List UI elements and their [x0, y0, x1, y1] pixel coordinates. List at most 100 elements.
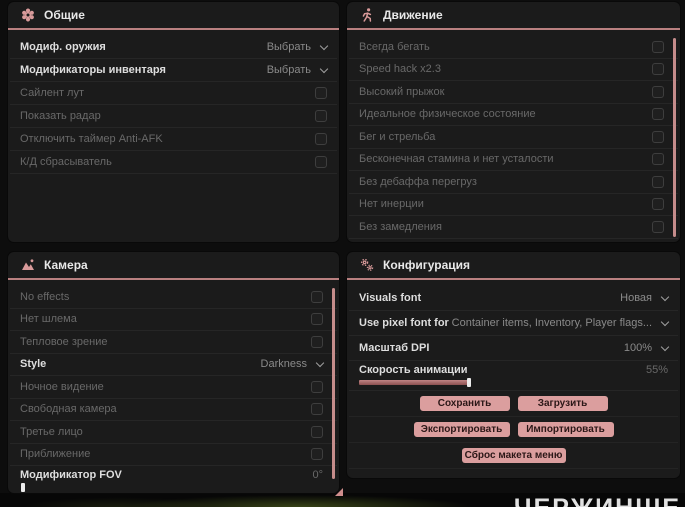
style-dropdown[interactable]: Darkness [260, 358, 325, 371]
row-label: Идеальное физическое состояние [359, 108, 536, 121]
weapon-mod-dropdown[interactable]: Выбрать [266, 41, 329, 53]
row-label: Отключить таймер Anti-AFK [20, 133, 163, 145]
thermal-vision-checkbox[interactable] [311, 335, 323, 348]
free-camera-checkbox[interactable] [311, 403, 323, 416]
run-and-shoot-checkbox[interactable] [652, 130, 664, 143]
animation-speed-slider[interactable] [359, 378, 668, 387]
row-show-radar: Показать радар [10, 105, 337, 128]
row-thermal-vision: Тепловое зрение [10, 331, 337, 354]
camera-scrollbar[interactable] [332, 288, 335, 479]
no-inertia-checkbox[interactable] [652, 198, 664, 211]
always-run-checkbox[interactable] [652, 40, 664, 53]
row-label: Visuals font [359, 292, 422, 304]
export-button[interactable]: Экспортировать [413, 422, 510, 437]
zoom-checkbox[interactable] [311, 448, 323, 461]
row-inventory-mods: Модификаторы инвентаря Выбрать [10, 59, 337, 82]
row-label: Показать радар [20, 110, 101, 122]
perfect-condition-checkbox[interactable] [652, 108, 664, 121]
anti-afk-checkbox[interactable] [315, 133, 327, 145]
row-no-slowdown: Без замедления [349, 216, 678, 239]
row-no-overload-debuff: Без дебаффа перегруз [349, 171, 678, 194]
panel-title: Движение [383, 8, 443, 22]
gears-icon [360, 258, 374, 272]
row-label: Третье лицо [20, 425, 83, 438]
panel-general-header[interactable]: Общие [8, 2, 339, 30]
row-free-camera: Свободная камера [10, 399, 337, 421]
no-slowdown-checkbox[interactable] [652, 220, 664, 233]
pixel-font-dropdown[interactable]: Container items, Inventory, Player flags… [451, 317, 670, 329]
row-infinite-stamina: Бесконечная стамина и нет усталости [349, 149, 678, 171]
no-overload-debuff-checkbox[interactable] [652, 175, 664, 188]
row-label: Без дебаффа перегруз [359, 175, 477, 188]
import-button[interactable]: Импортировать [517, 422, 614, 437]
row-cooldown-reset: К/Д сбрасыватель [10, 151, 337, 174]
row-label: Всегда бегать [359, 40, 430, 53]
save-button[interactable]: Сохранить [419, 396, 510, 411]
cooldown-reset-checkbox[interactable] [315, 156, 327, 168]
dropdown-value: 100% [623, 342, 652, 354]
panel-config: Конфигурация Visuals font Новая Use pixe… [347, 252, 680, 478]
row-label: Свободная камера [20, 403, 117, 416]
row-label: Скорость анимации [359, 364, 468, 376]
row-perfect-condition: Идеальное физическое состояние [349, 104, 678, 126]
panel-general: Общие Модиф. оружия Выбрать Модификаторы… [8, 2, 339, 242]
movement-scrollbar[interactable] [673, 38, 676, 237]
row-weapon-mod: Модиф. оружия Выбрать [10, 36, 337, 59]
panel-title: Общие [44, 8, 85, 22]
row-label: Бег и стрельба [359, 130, 436, 143]
panel-camera-header[interactable]: Камера [8, 252, 339, 280]
load-button[interactable]: Загрузить [517, 396, 608, 411]
panel-config-header[interactable]: Конфигурация [347, 252, 680, 280]
dpi-scale-dropdown[interactable]: 100% [623, 342, 670, 354]
panel-camera: Камера No effects Нет шлема Тепловое зре… [8, 252, 343, 496]
row-label: Модиф. оружия [20, 41, 106, 53]
dropdown-value: Выбрать [266, 41, 311, 53]
dropdown-value: Darkness [260, 358, 307, 371]
panel-movement-header[interactable]: Движение [347, 2, 680, 30]
chevron-down-icon [660, 317, 670, 326]
no-effects-checkbox[interactable] [311, 290, 323, 303]
row-label: Приближение [20, 448, 91, 461]
speed-hack-checkbox[interactable] [652, 63, 664, 76]
dropdown-value: Новая [620, 292, 652, 304]
visuals-font-dropdown[interactable]: Новая [620, 292, 670, 304]
silent-loot-checkbox[interactable] [315, 87, 327, 99]
fov-slider[interactable] [20, 483, 323, 492]
row-no-inertia: Нет инерции [349, 194, 678, 216]
button-row-3: Сброс макета меню [349, 443, 678, 469]
animation-speed-value: 55% [645, 364, 668, 376]
resize-grip-icon[interactable] [335, 488, 343, 496]
reset-menu-layout-button[interactable]: Сброс макета меню [461, 448, 566, 463]
panel-title: Камера [44, 258, 88, 272]
inventory-mods-dropdown[interactable]: Выбрать [267, 64, 329, 76]
image-icon [22, 259, 34, 270]
row-no-effects: No effects [10, 286, 337, 309]
night-vision-checkbox[interactable] [311, 380, 323, 393]
row-fov-modifier: Модификатор FOV 0° [10, 466, 337, 492]
row-label: Модификатор FOV [20, 469, 122, 481]
slider-fill [359, 380, 469, 385]
button-row-2: Экспортировать Импортировать [349, 417, 678, 443]
high-jump-checkbox[interactable] [652, 85, 664, 98]
row-label: Style [20, 358, 47, 371]
panel-title: Конфигурация [383, 258, 471, 272]
row-label: Модификаторы инвентаря [20, 64, 166, 76]
chevron-down-icon [319, 64, 329, 73]
row-zoom: Приближение [10, 444, 337, 466]
row-label: Нет инерции [359, 198, 424, 211]
fov-slider-handle[interactable] [21, 483, 25, 492]
row-label: Нет шлема [20, 313, 77, 326]
panel-movement: Движение Всегда бегать Speed hack x2.3 В… [347, 2, 680, 242]
row-label: Бесконечная стамина и нет усталости [359, 153, 554, 166]
row-animation-speed: Скорость анимации 55% [349, 361, 678, 391]
row-silent-loot: Сайлент лут [10, 82, 337, 105]
third-person-checkbox[interactable] [311, 425, 323, 438]
flower-gear-icon [22, 8, 34, 22]
no-helmet-checkbox[interactable] [311, 313, 323, 326]
show-radar-checkbox[interactable] [315, 110, 327, 122]
dropdown-value: Container items, Inventory, Player flags… [451, 317, 652, 329]
runner-icon [362, 8, 372, 22]
row-label: Тепловое зрение [20, 335, 108, 348]
animation-speed-slider-handle[interactable] [467, 378, 471, 387]
infinite-stamina-checkbox[interactable] [652, 153, 664, 166]
